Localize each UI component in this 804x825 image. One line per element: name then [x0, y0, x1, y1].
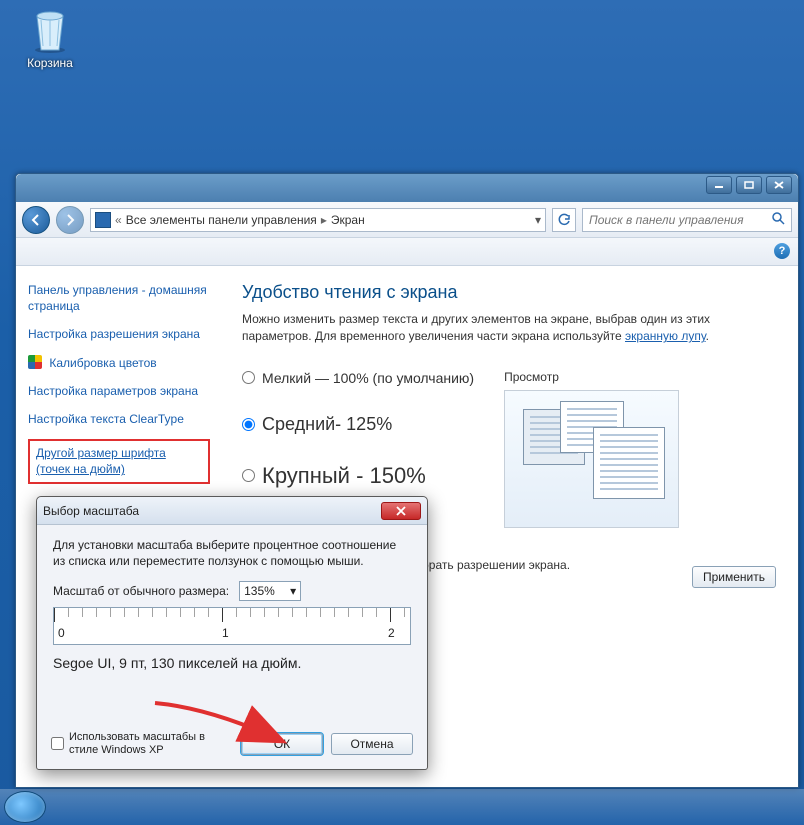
sidebar-item-cleartype[interactable]: Настройка текста ClearType — [28, 411, 210, 427]
navigation-bar: « Все элементы панели управления ▸ Экран… — [16, 202, 798, 238]
sidebar-item-calibration[interactable]: Калибровка цветов — [28, 355, 210, 371]
sidebar-item-resolution[interactable]: Настройка разрешения экрана — [28, 326, 210, 342]
sidebar-item-display-settings[interactable]: Настройка параметров экрана — [28, 383, 210, 399]
sample-text: Segoe UI, 9 пт, 130 пикселей на дюйм. — [53, 655, 411, 671]
dialog-titlebar[interactable]: Выбор масштаба — [37, 497, 427, 525]
radio-large-label: Крупный - 150% — [262, 463, 426, 489]
intro-text: Можно изменить размер текста и других эл… — [242, 311, 776, 346]
back-button[interactable] — [22, 206, 50, 234]
radio-small-label: Мелкий — 100% (по умолчанию) — [262, 370, 474, 386]
toolbar: ? — [16, 238, 798, 266]
preview-label: Просмотр — [504, 370, 679, 384]
page-title: Удобство чтения с экрана — [242, 282, 776, 303]
dialog-close-button[interactable] — [381, 502, 421, 520]
recycle-bin-icon — [29, 6, 71, 54]
sidebar-home[interactable]: Панель управления - домашняя страница — [28, 282, 210, 314]
radio-large[interactable]: Крупный - 150% — [242, 463, 474, 489]
scale-label: Масштаб от обычного размера: — [53, 584, 229, 598]
dialog-title: Выбор масштаба — [43, 504, 139, 518]
dialog-description: Для установки масштаба выберите процентн… — [53, 537, 411, 569]
forward-button[interactable] — [56, 206, 84, 234]
breadcrumb-root[interactable]: Все элементы панели управления — [126, 213, 317, 227]
radio-medium[interactable]: Средний- 125% — [242, 414, 474, 435]
radio-small[interactable]: Мелкий — 100% (по умолчанию) — [242, 370, 474, 386]
apply-button[interactable]: Применить — [692, 566, 776, 588]
search-box[interactable] — [582, 208, 792, 232]
refresh-button[interactable] — [552, 208, 576, 232]
xp-style-checkbox[interactable]: Использовать масштабы в стиле Windows XP — [51, 731, 221, 757]
ruler-label-1: 1 — [222, 626, 229, 640]
recycle-bin-label: Корзина — [20, 56, 80, 70]
control-panel-icon — [95, 212, 111, 228]
chevron-right-icon: ▸ — [321, 213, 327, 227]
ruler-label-2: 2 — [388, 626, 395, 640]
radio-medium-label: Средний- 125% — [262, 414, 392, 435]
search-icon — [771, 211, 785, 228]
chevron-down-icon: ▾ — [290, 584, 296, 598]
preview-image — [504, 390, 679, 528]
magnifier-link[interactable]: экранную лупу — [625, 329, 706, 343]
window-titlebar[interactable] — [16, 174, 798, 202]
recycle-bin[interactable]: Корзина — [20, 6, 80, 70]
help-icon[interactable]: ? — [774, 243, 790, 259]
sidebar-item-custom-dpi[interactable]: Другой размер шрифта (точек на дюйм) — [36, 445, 202, 477]
shield-icon — [28, 355, 42, 369]
cancel-button[interactable]: Отмена — [331, 733, 413, 755]
start-button[interactable] — [4, 791, 46, 823]
close-button[interactable] — [766, 176, 792, 194]
custom-dpi-dialog: Выбор масштаба Для установки масштаба вы… — [36, 496, 428, 770]
scale-value: 135% — [244, 584, 275, 598]
breadcrumb-leaf[interactable]: Экран — [331, 213, 365, 227]
sidebar-item-label: Калибровка цветов — [49, 356, 156, 370]
radio-large-input[interactable] — [242, 469, 255, 482]
scale-combobox[interactable]: 135% ▾ — [239, 581, 301, 601]
ok-button[interactable]: ОК — [241, 733, 323, 755]
radio-medium-input[interactable] — [242, 418, 255, 431]
xp-style-checkbox-label: Использовать масштабы в стиле Windows XP — [69, 731, 221, 757]
taskbar[interactable] — [0, 789, 804, 825]
maximize-button[interactable] — [736, 176, 762, 194]
chevron-down-icon[interactable]: ▾ — [535, 213, 541, 227]
chevron-right-icon: « — [115, 213, 122, 227]
xp-style-checkbox-input[interactable] — [51, 737, 64, 750]
scale-ruler[interactable]: 0 1 2 — [53, 607, 411, 645]
ruler-label-0: 0 — [58, 626, 65, 640]
preview-panel: Просмотр — [504, 370, 679, 528]
minimize-button[interactable] — [706, 176, 732, 194]
annotation-highlight: Другой размер шрифта (точек на дюйм) — [28, 439, 210, 483]
search-input[interactable] — [589, 213, 771, 227]
radio-small-input[interactable] — [242, 371, 255, 384]
address-bar[interactable]: « Все элементы панели управления ▸ Экран… — [90, 208, 546, 232]
